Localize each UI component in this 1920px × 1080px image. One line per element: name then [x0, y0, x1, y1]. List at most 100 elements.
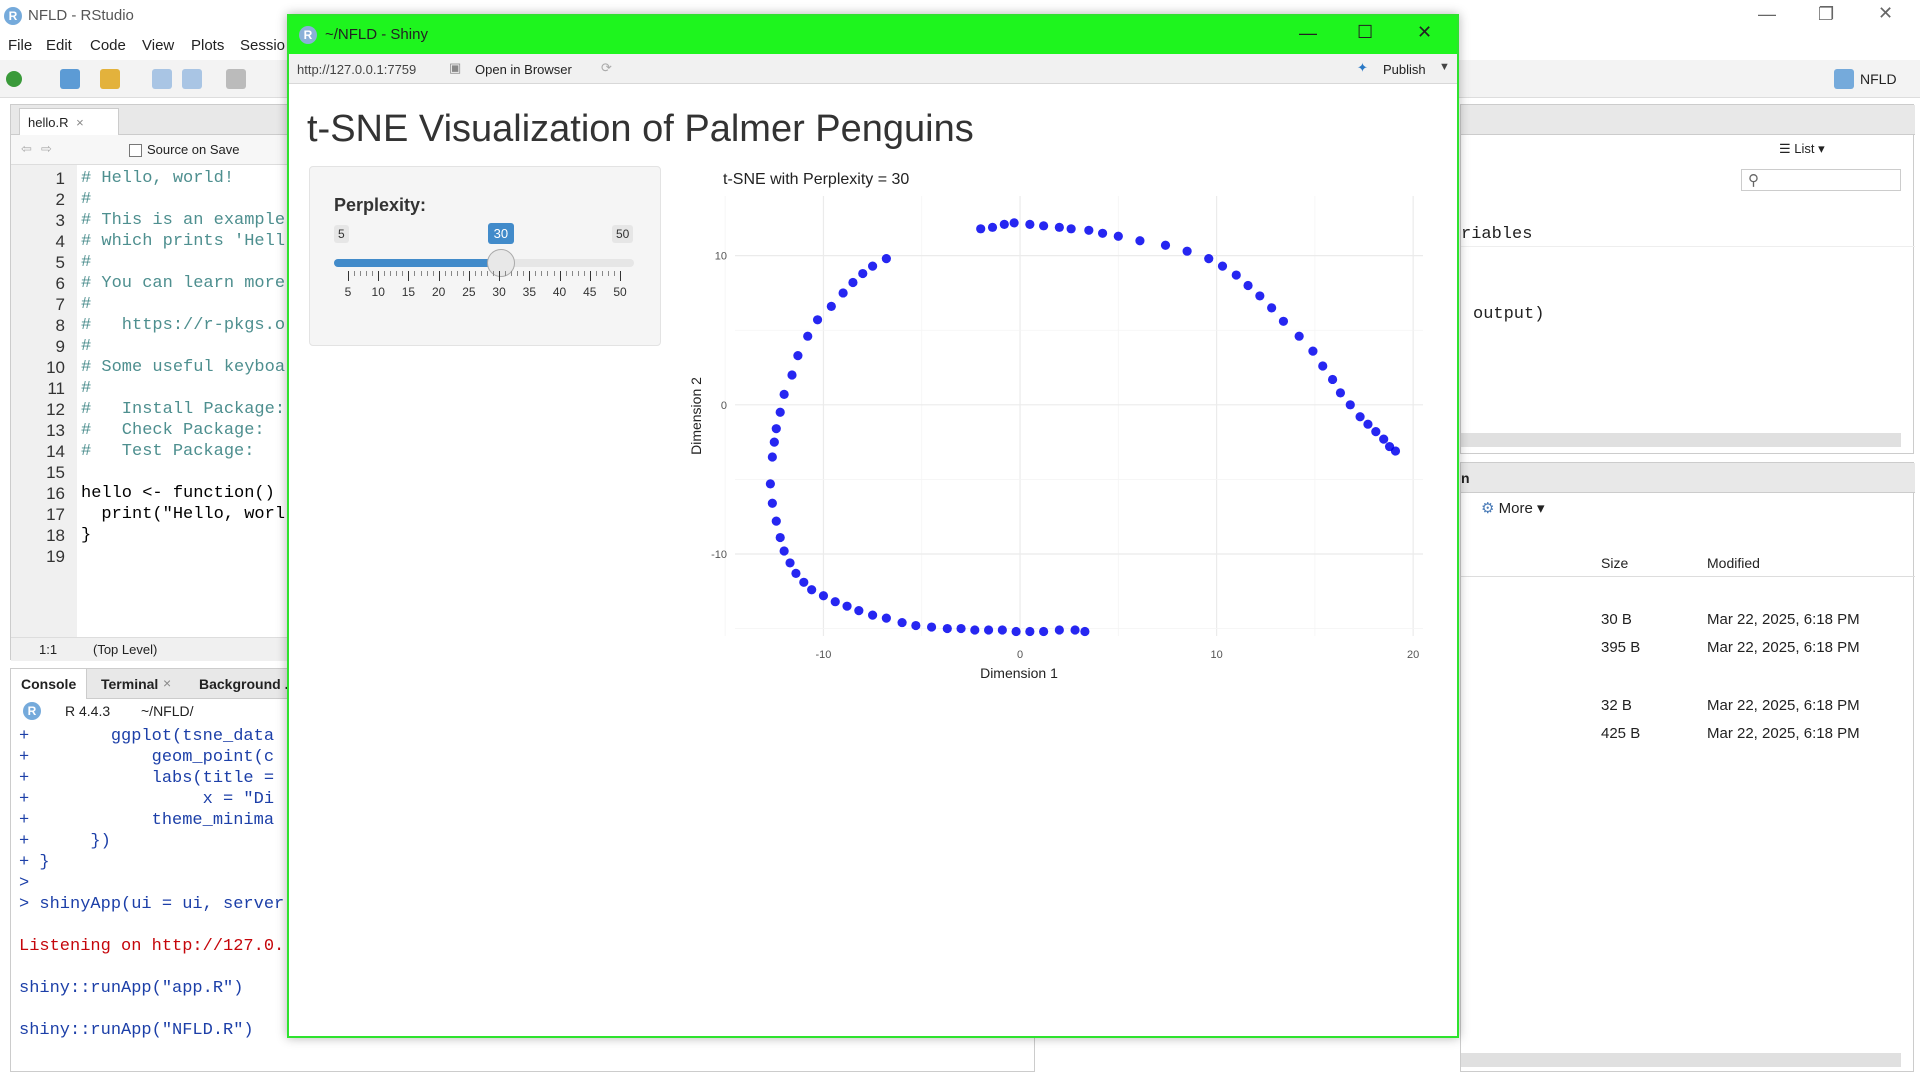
- save-all-icon[interactable]: [182, 69, 202, 89]
- new-file-icon[interactable]: [6, 71, 22, 87]
- open-browser-icon: ▣: [449, 60, 462, 75]
- source-tab[interactable]: hello.R ×: [19, 108, 119, 135]
- new-project-icon[interactable]: [60, 69, 80, 89]
- x-tick-label: 20: [1407, 649, 1419, 661]
- restore-icon[interactable]: ❐: [1818, 4, 1834, 25]
- file-modified: Mar 22, 2025, 6:18 PM: [1707, 611, 1860, 628]
- menu-view[interactable]: View: [142, 37, 174, 54]
- line-number: 1: [55, 169, 65, 188]
- refresh-icon[interactable]: ⟳: [601, 60, 612, 76]
- file-size: 395 B: [1601, 639, 1641, 656]
- slider-value-label: 30: [487, 223, 515, 244]
- menu-session[interactable]: Sessio: [240, 37, 285, 54]
- forward-icon[interactable]: ⇨: [41, 141, 52, 157]
- shiny-window-title: ~/NFLD - Shiny: [325, 26, 428, 43]
- menu-code[interactable]: Code: [90, 37, 126, 54]
- slider-minor-tick: [360, 271, 362, 276]
- minimize-icon[interactable]: —: [1299, 23, 1317, 44]
- back-icon[interactable]: ⇦: [21, 141, 32, 157]
- line-number: 17: [46, 505, 65, 524]
- data-point: [767, 498, 777, 508]
- console-line: + x = "Di: [19, 790, 275, 809]
- close-icon[interactable]: ✕: [1417, 22, 1432, 43]
- close-tab-icon[interactable]: ×: [76, 115, 84, 130]
- slider-fill: [334, 259, 501, 267]
- data-point: [1278, 316, 1289, 326]
- line-number: 6: [55, 274, 65, 293]
- slider-minor-tick: [583, 271, 585, 276]
- data-point: [1160, 240, 1171, 250]
- data-point: [956, 623, 966, 634]
- data-point: [775, 532, 785, 543]
- shiny-window: R ~/NFLD - Shiny — ☐ ✕ http://127.0.0.1:…: [287, 14, 1459, 1038]
- perplexity-slider[interactable]: [334, 249, 634, 277]
- source-on-save-label: Source on Save: [147, 142, 240, 157]
- open-folder-icon[interactable]: [100, 69, 120, 89]
- line-number: 9: [55, 337, 65, 356]
- line-number: 11: [47, 379, 65, 398]
- publish-dropdown-icon[interactable]: ▼: [1439, 61, 1450, 73]
- console-line: + }): [19, 832, 111, 851]
- slider-minor-tick: [432, 271, 434, 276]
- close-terminal-icon[interactable]: ×: [163, 675, 171, 691]
- x-tick-label: -10: [816, 649, 832, 661]
- app-title: t-SNE Visualization of Palmer Penguins: [307, 108, 974, 150]
- code-line: # Hello, world!: [81, 169, 235, 188]
- save-icon[interactable]: [152, 69, 172, 89]
- slider-tick: [468, 271, 470, 281]
- horizontal-scrollbar[interactable]: [1461, 433, 1901, 447]
- open-in-browser-button[interactable]: Open in Browser: [475, 62, 572, 77]
- console-line: + }: [19, 853, 50, 872]
- files-tab-label[interactable]: n: [1461, 470, 1470, 486]
- code-line: # Check Package:: [81, 421, 265, 440]
- url-field[interactable]: http://127.0.0.1:7759: [297, 62, 416, 77]
- slider-tick: [438, 271, 440, 281]
- col-size[interactable]: Size: [1601, 555, 1628, 571]
- view-list-button[interactable]: ☰ List ▾: [1779, 141, 1825, 157]
- data-point: [976, 224, 986, 234]
- code-line: # https://r-pkgs.o: [81, 316, 286, 335]
- data-point: [911, 620, 921, 631]
- code-line: }: [81, 526, 92, 545]
- slider-minor-tick: [517, 271, 519, 276]
- line-number: 12: [46, 400, 65, 419]
- tab-console[interactable]: Console: [11, 669, 88, 699]
- slider-minor-tick: [553, 271, 555, 276]
- data-point: [881, 613, 891, 623]
- line-number: 18: [46, 526, 65, 545]
- shiny-address-bar: http://127.0.0.1:7759 ▣ Open in Browser …: [289, 54, 1457, 84]
- menu-plots[interactable]: Plots: [191, 37, 224, 54]
- menu-file[interactable]: File: [8, 37, 32, 54]
- environment-row: riables: [1461, 223, 1915, 247]
- slider-tick: [499, 271, 501, 281]
- tab-background-jobs[interactable]: Background .: [199, 676, 288, 692]
- sidebar-panel: Perplexity: 5 50 30 5 10 15 20 25 30 35 40 45 50: [309, 166, 661, 346]
- slider-tick: [620, 271, 621, 281]
- tab-terminal[interactable]: Terminal: [101, 676, 158, 692]
- console-line: Listening on http://127.0.: [19, 937, 285, 956]
- slider-tick-label: 45: [583, 285, 597, 299]
- slider-tick-label: 50: [613, 285, 627, 299]
- environment-search-input[interactable]: ⚲: [1741, 169, 1901, 191]
- close-icon[interactable]: ✕: [1878, 3, 1893, 24]
- slider-minor-tick: [565, 271, 567, 276]
- source-on-save-checkbox[interactable]: [129, 144, 142, 157]
- data-point: [1390, 446, 1401, 456]
- menu-edit[interactable]: Edit: [46, 37, 72, 54]
- publish-button[interactable]: Publish: [1383, 62, 1426, 77]
- minimize-icon[interactable]: —: [1758, 4, 1776, 25]
- horizontal-scrollbar[interactable]: [1461, 1053, 1901, 1067]
- maximize-icon[interactable]: ☐: [1357, 22, 1373, 43]
- slider-minor-tick: [535, 271, 537, 276]
- col-modified[interactable]: Modified: [1707, 555, 1760, 571]
- source-tabbar: hello.R ×: [11, 105, 291, 135]
- data-point: [926, 622, 937, 632]
- code-line: # which prints 'Hell: [81, 232, 286, 251]
- console-path[interactable]: ~/NFLD/: [141, 703, 194, 719]
- scope-selector[interactable]: (Top Level): [93, 642, 157, 657]
- print-icon[interactable]: [226, 69, 246, 89]
- shiny-titlebar: R ~/NFLD - Shiny — ☐ ✕: [289, 16, 1457, 54]
- project-menu[interactable]: NFLD: [1860, 71, 1897, 87]
- data-point: [765, 479, 775, 489]
- more-button[interactable]: ⚙ More ▾: [1481, 499, 1545, 517]
